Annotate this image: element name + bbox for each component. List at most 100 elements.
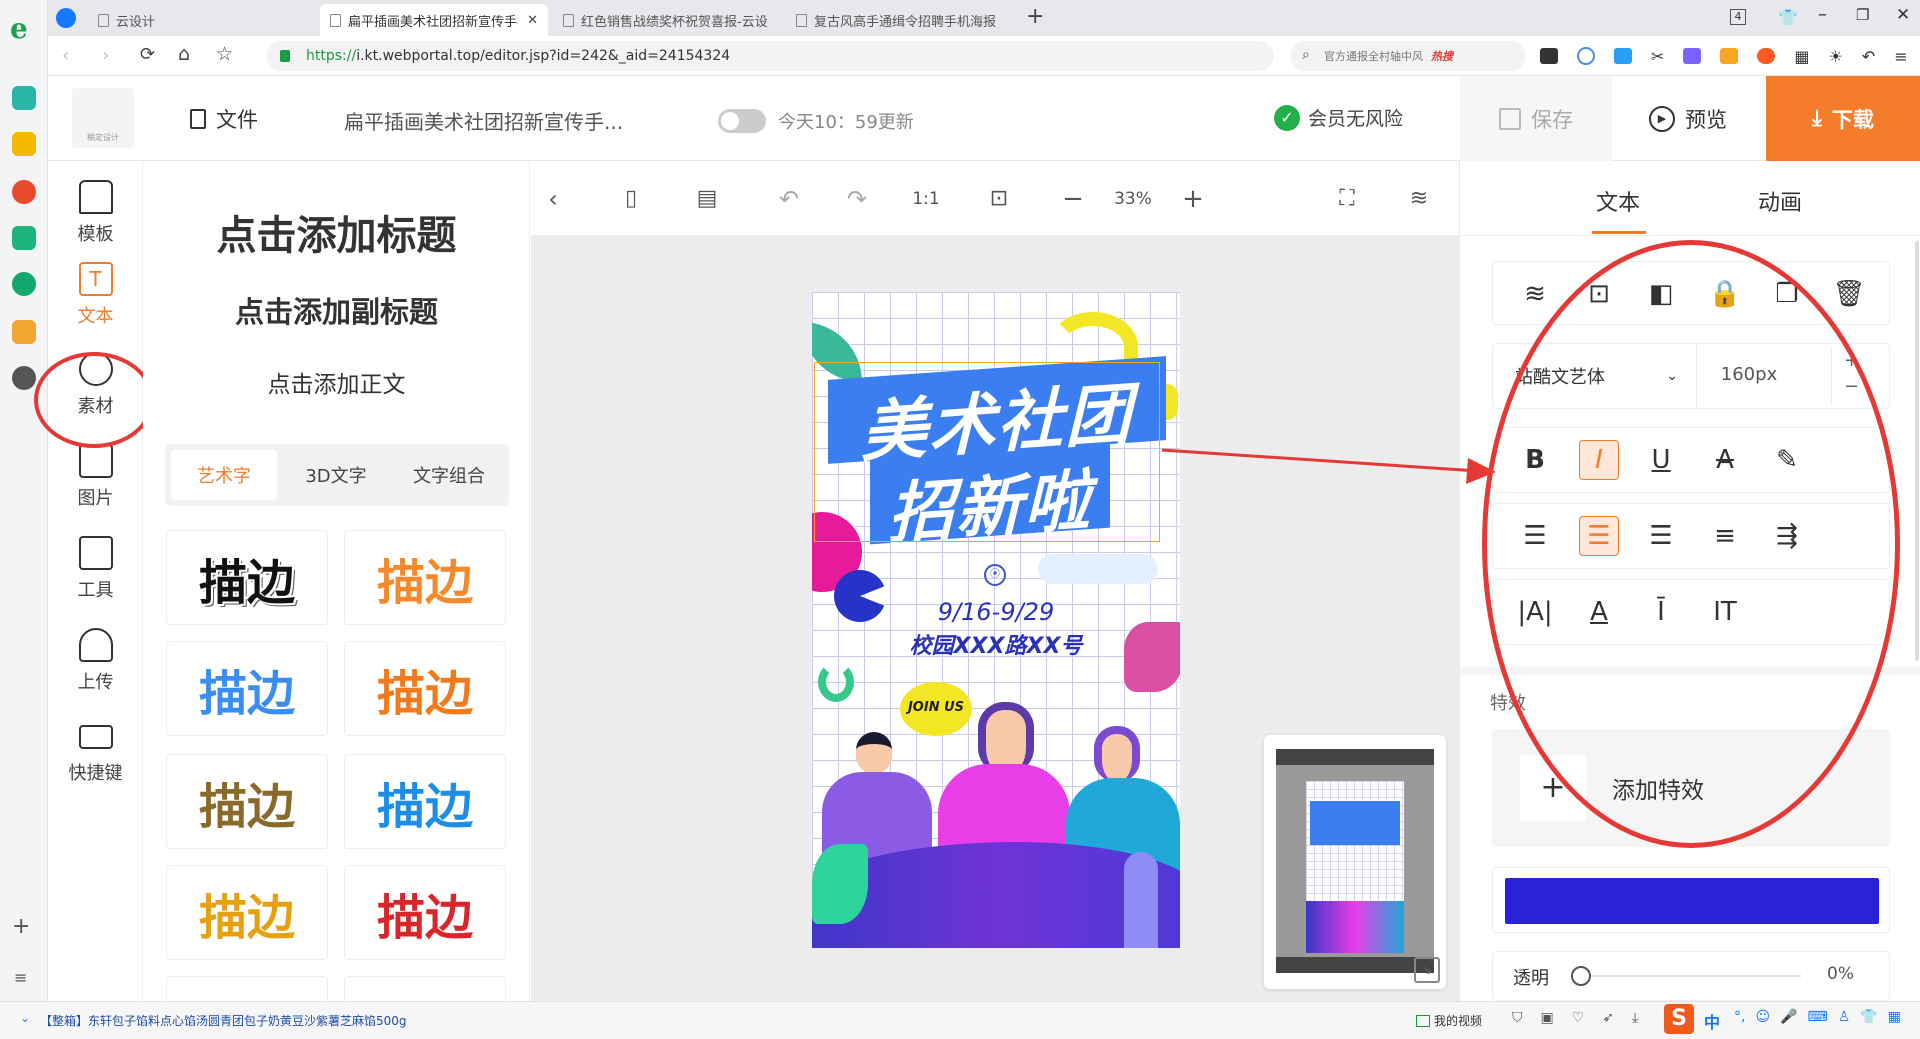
layers-icon[interactable]: ≋ <box>1397 161 1441 236</box>
delete-icon[interactable]: 🗑 <box>1829 274 1869 314</box>
collapse-panel-icon[interactable]: ‹ <box>531 161 575 236</box>
sidebar-item-templates[interactable]: 模板 <box>48 173 143 253</box>
star-app-icon[interactable] <box>12 132 36 156</box>
tab-art-text[interactable]: 艺术字 <box>171 450 277 500</box>
preview-button[interactable]: ▶ 预览 <box>1612 76 1764 161</box>
mail-icon[interactable] <box>12 226 36 250</box>
sidebar-item-text[interactable]: T 文本 <box>48 255 143 335</box>
forward-icon[interactable]: › <box>102 45 109 66</box>
tab-animation[interactable]: 动画 <box>1748 185 1812 217</box>
art-text-tile[interactable]: 描边 <box>344 641 506 736</box>
menu-icon[interactable]: ≡ <box>14 968 27 987</box>
weibo-icon[interactable] <box>12 180 36 204</box>
minimize-button[interactable]: – <box>1818 4 1827 25</box>
video-icon <box>1416 1014 1430 1027</box>
bookmark-star-icon[interactable]: ☆ <box>216 43 233 65</box>
game-app-icon[interactable] <box>12 320 36 344</box>
poster-canvas[interactable]: ⦿ 美术社团 招新啦 9/16-9/29 校园XXX路XX号 JOIN US <box>812 292 1180 948</box>
resize-canvas-icon[interactable]: ▯ <box>609 161 653 236</box>
zoom-in-icon[interactable]: + <box>1171 161 1215 236</box>
browser-search-input[interactable]: ⌕ 官方通报全村轴中风 热搜 <box>1290 41 1526 71</box>
art-text-tile[interactable]: 描边 <box>166 865 328 960</box>
save-icon <box>1499 107 1521 130</box>
url-field[interactable]: https://i.kt.webportal.top/editor.jsp?id… <box>266 41 1274 71</box>
back-icon[interactable]: ‹ <box>62 45 69 66</box>
browser-logo-icon[interactable]: e <box>10 12 28 45</box>
my-video-link[interactable]: 我的视频 <box>1416 1012 1482 1029</box>
browser-tab[interactable]: 云设计 <box>88 4 313 36</box>
selection-box <box>814 362 1160 542</box>
file-menu[interactable]: 文件 <box>190 104 258 134</box>
art-text-tile[interactable]: 描边 <box>166 754 328 849</box>
tray-icons[interactable]: ⛉ ▣ ♡ ➶ ⤓ <box>1512 1010 1638 1026</box>
download-button[interactable]: ⤓ 下载 <box>1766 76 1920 161</box>
tab-back-icon[interactable] <box>56 8 76 28</box>
art-text-tile[interactable]: 描边 <box>344 754 506 849</box>
browser-tab[interactable]: 复古风高手通缉令招聘手机海报 <box>786 4 1026 36</box>
cloud-app-icon[interactable] <box>12 272 36 296</box>
add-subtitle-button[interactable]: 点击添加副标题 <box>143 289 529 331</box>
art-text-tile[interactable]: 描边 <box>166 530 328 625</box>
poster-address[interactable]: 校园XXX路XX号 <box>812 628 1180 660</box>
logo[interactable]: 稿定设计 <box>72 88 134 148</box>
add-app-button[interactable]: + <box>12 914 30 939</box>
sidebar-item-images[interactable]: 图片 <box>48 437 143 517</box>
tab-count-badge[interactable]: 4 <box>1730 9 1746 25</box>
new-tab-button[interactable]: + <box>1026 4 1044 29</box>
tab-text-properties[interactable]: 文本 <box>1586 185 1650 217</box>
fit-screen-icon[interactable]: ⊡ <box>977 161 1021 236</box>
sidebar-item-shortcuts[interactable]: 快捷键 <box>48 715 143 795</box>
tile-partial <box>166 976 328 1001</box>
news-chevron-icon: ⌄ <box>20 1011 31 1025</box>
lock-icon <box>280 50 290 62</box>
ime-language[interactable]: 中 <box>1704 1009 1720 1033</box>
add-body-button[interactable]: 点击添加正文 <box>143 365 529 399</box>
autosave-toggle[interactable] <box>718 109 766 133</box>
save-button[interactable]: 保存 <box>1460 76 1612 161</box>
tab-3d-text[interactable]: 3D文字 <box>283 450 389 500</box>
restore-button[interactable]: ❐ <box>1856 6 1869 24</box>
art-text-tile[interactable]: 描边 <box>166 641 328 736</box>
ruler-icon[interactable]: ▤ <box>685 161 729 236</box>
plus-app-icon[interactable] <box>12 86 36 110</box>
extension-icons[interactable]: ✂ ▦ ☀ ↶ ≡ <box>1540 46 1910 66</box>
art-text-tile[interactable]: 描边 <box>344 865 506 960</box>
shirt-icon[interactable]: 👕 <box>1778 8 1798 27</box>
close-window-button[interactable]: ✕ <box>1896 5 1910 25</box>
sidebar-item-tools[interactable]: 工具 <box>48 529 143 609</box>
layer-order-icon[interactable]: ≋ <box>1515 274 1555 314</box>
poster-date[interactable]: 9/16-9/29 <box>812 598 1180 626</box>
redo-icon[interactable]: ↷ <box>835 161 879 236</box>
navigator-panel[interactable]: ↘ <box>1264 735 1446 989</box>
panel-scrollbar[interactable] <box>1915 241 1919 661</box>
fullscreen-icon[interactable]: ⛶ <box>1325 161 1369 236</box>
purple-plant <box>1124 852 1158 948</box>
close-tab-icon[interactable]: ✕ <box>519 13 538 28</box>
home-icon[interactable]: ⌂ <box>178 43 190 65</box>
zoom-out-icon[interactable]: − <box>1051 161 1095 236</box>
art-text-tile[interactable]: 描边 <box>344 530 506 625</box>
reload-icon[interactable]: ⟳ <box>140 44 155 65</box>
ime-tools[interactable]: °, ☺ 🎤 ⌨ ♙ 👕 ▦ <box>1734 1009 1901 1025</box>
sidebar-item-upload[interactable]: 上传 <box>48 621 143 701</box>
zoom-level[interactable]: 33% <box>1103 161 1163 236</box>
canvas-toolbar: ‹ ▯ ▤ ↶ ↷ 1:1 ⊡ − 33% + ⛶ ≋ <box>531 161 1459 236</box>
check-circle-icon: ✓ <box>1274 104 1300 131</box>
navigator-thumbnail <box>1306 781 1404 953</box>
join-us-text[interactable]: JOIN US <box>900 700 972 715</box>
document-title[interactable]: 扁平插画美术社团招新宣传手... <box>344 106 623 135</box>
navigator-collapse-icon[interactable]: ↘ <box>1414 957 1440 983</box>
ime-logo-icon[interactable]: S <box>1664 1004 1694 1034</box>
text-color-swatch[interactable] <box>1505 878 1879 924</box>
add-title-button[interactable]: 点击添加标题 <box>143 203 529 261</box>
opacity-slider[interactable] <box>1579 975 1801 977</box>
tab-text-combo[interactable]: 文字组合 <box>395 450 503 500</box>
opacity-slider-handle[interactable] <box>1571 966 1591 986</box>
undo-icon[interactable]: ↶ <box>767 161 811 236</box>
actual-size-button[interactable]: 1:1 <box>901 161 951 236</box>
browser-tab-active[interactable]: 扁平插画美术社团招新宣传手机 ✕ <box>320 4 548 36</box>
panda-app-icon[interactable] <box>12 366 36 390</box>
news-ticker[interactable]: 【整箱】东轩包子馅料点心馅汤圆青团包子奶黄豆沙紫薯芝麻馅500g <box>40 1012 407 1029</box>
browser-tab[interactable]: 红色销售战绩奖杯祝贺喜报-云设 <box>553 4 778 36</box>
person-right-head <box>1094 726 1140 782</box>
